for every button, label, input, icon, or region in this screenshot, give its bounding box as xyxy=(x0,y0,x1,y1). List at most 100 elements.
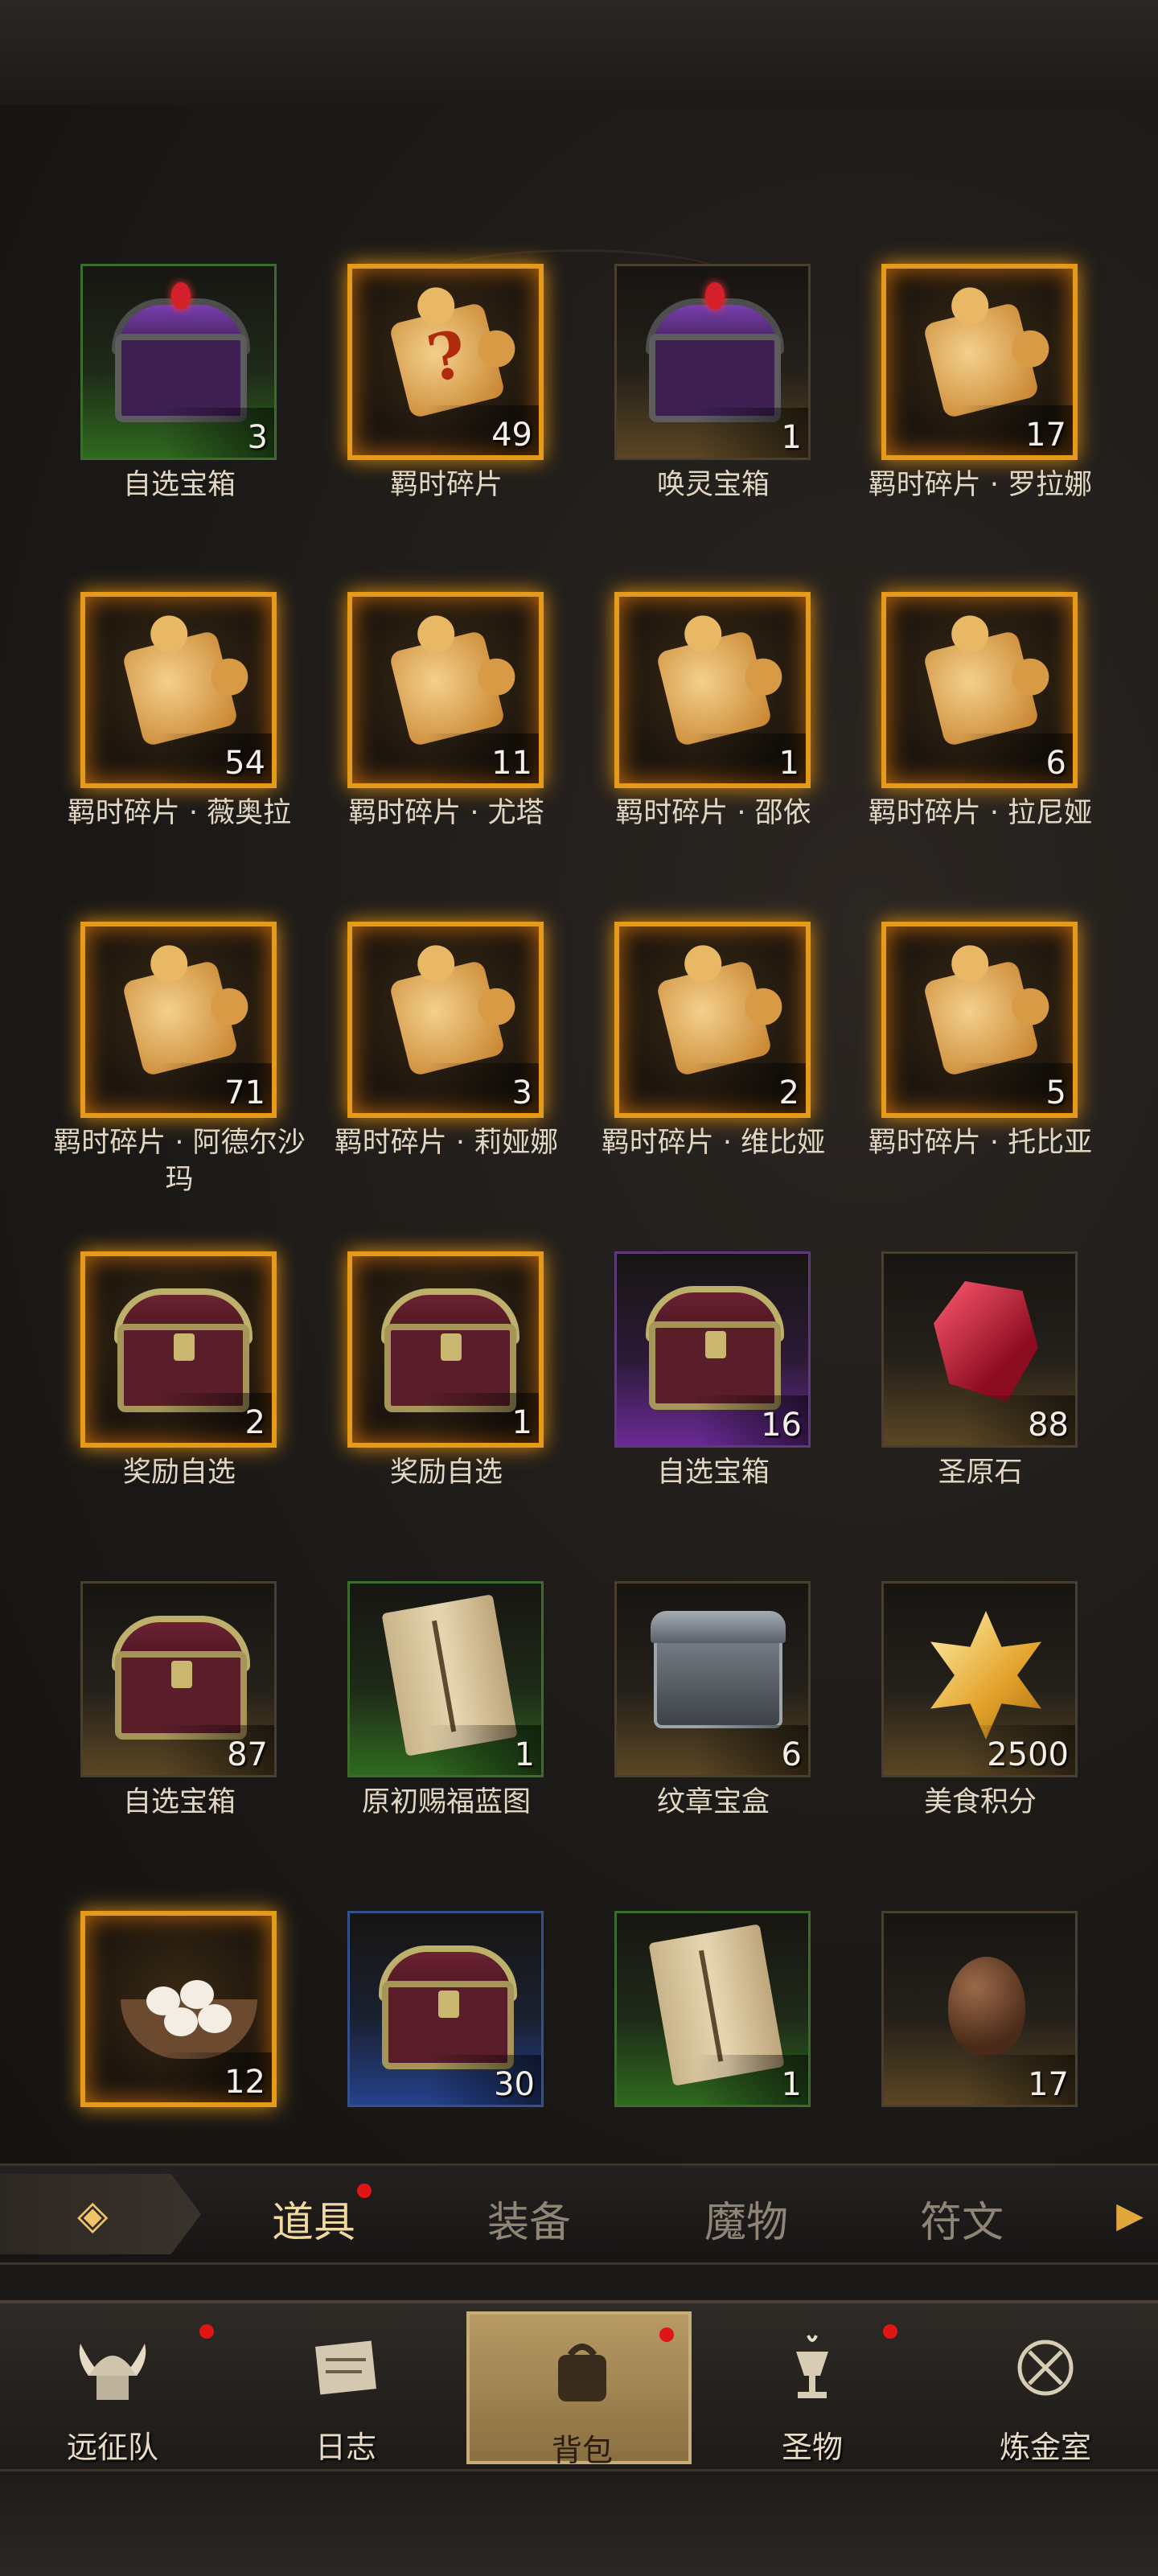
item-count: 1 xyxy=(781,419,802,456)
item-slot[interactable]: ? 49 xyxy=(347,264,544,460)
item-count: 6 xyxy=(1045,745,1066,782)
item-slot[interactable]: 87 xyxy=(80,1581,277,1777)
inventory-item[interactable]: 6 纹章宝盒 xyxy=(548,1581,815,1879)
item-label: 唤灵宝箱 xyxy=(656,469,770,501)
nav-backpack-label: 背包 xyxy=(551,2433,613,2468)
item-slot[interactable]: 3 xyxy=(347,922,544,1118)
inventory-item[interactable]: 54 羁时碎片 · 薇奥拉 xyxy=(14,592,291,889)
item-slot[interactable]: 3 xyxy=(80,264,277,460)
inventory-item[interactable]: 1 奖励自选 xyxy=(281,1251,548,1549)
item-count: 1 xyxy=(781,2066,802,2103)
nav-relics-notify-dot xyxy=(883,2324,897,2339)
nav-relics-label: 圣物 xyxy=(781,2430,843,2465)
inventory-item[interactable]: 17 羁时碎片 · 罗拉娜 xyxy=(815,264,1092,561)
inventory-item[interactable]: 2 奖励自选 xyxy=(14,1251,281,1549)
item-count: 1 xyxy=(514,1736,535,1773)
inventory-item[interactable]: 16 自选宝箱 xyxy=(548,1251,815,1549)
item-slot[interactable]: 5 xyxy=(881,922,1078,1118)
item-label: 纹章宝盒 xyxy=(656,1786,770,1818)
item-count: 1 xyxy=(511,1404,532,1441)
item-slot[interactable]: 1 xyxy=(614,592,811,788)
inventory-item[interactable]: 11 羁时碎片 · 尤塔 xyxy=(281,592,548,889)
item-slot[interactable]: 1 xyxy=(614,264,811,460)
item-count: 49 xyxy=(491,417,532,454)
item-count: 16 xyxy=(761,1407,802,1444)
bottom-frame xyxy=(0,2469,1158,2576)
item-label: 羁时碎片 xyxy=(389,469,503,501)
item-slot[interactable]: 2 xyxy=(80,1251,277,1448)
nav-expedition-notify-dot xyxy=(199,2324,214,2339)
item-slot[interactable]: 17 xyxy=(881,264,1078,460)
item-label: 自选宝箱 xyxy=(656,1456,770,1489)
tab-items[interactable]: 道具 xyxy=(233,2188,394,2249)
item-count: 71 xyxy=(224,1074,265,1111)
item-count: 12 xyxy=(224,2064,265,2101)
inventory-item[interactable]: 6 羁时碎片 · 拉尼娅 xyxy=(815,592,1092,889)
tab-monsters[interactable]: 魔物 xyxy=(666,2188,827,2249)
nav-backpack[interactable]: 背包 xyxy=(466,2311,692,2468)
nav-backpack-notify-dot xyxy=(659,2327,674,2342)
item-count: 17 xyxy=(1025,417,1066,454)
nav-journal[interactable]: 日志 xyxy=(233,2311,458,2465)
inventory-item[interactable]: 87 自选宝箱 xyxy=(14,1581,281,1879)
item-slot[interactable]: 11 xyxy=(347,592,544,788)
nav-expedition[interactable]: 远征队 xyxy=(0,2311,225,2465)
item-label: 羁时碎片 · 罗拉娜 xyxy=(868,469,1093,501)
inventory-item[interactable]: 1 原初赐福蓝图 xyxy=(281,1581,548,1879)
item-slot[interactable]: 2500 xyxy=(881,1581,1078,1777)
item-slot[interactable]: 54 xyxy=(80,592,277,788)
inventory-item[interactable]: 5 羁时碎片 · 托比亚 xyxy=(815,922,1092,1219)
item-count: 3 xyxy=(247,419,268,456)
nav-alchemy[interactable]: 炼金室 xyxy=(933,2311,1158,2465)
tab-equipment[interactable]: 装备 xyxy=(449,2188,610,2249)
item-slot[interactable]: 1 xyxy=(614,1911,811,2107)
item-label: 羁时碎片 · 薇奥拉 xyxy=(67,797,292,829)
journal-map-icon xyxy=(315,2340,376,2395)
relic-chalice-icon xyxy=(796,2335,828,2398)
bottom-navigation: 远征队 日志 背包 圣物 炼金室 xyxy=(0,2300,1158,2472)
backpack-icon xyxy=(558,2344,606,2401)
item-label: 奖励自选 xyxy=(389,1456,503,1489)
item-slot[interactable]: 88 xyxy=(881,1251,1078,1448)
nav-journal-label: 日志 xyxy=(314,2430,376,2465)
inventory-item[interactable]: 1 羁时碎片 · 邵依 xyxy=(548,592,815,889)
item-count: 3 xyxy=(511,1074,532,1111)
inventory-item[interactable]: 1 唤灵宝箱 xyxy=(548,264,815,561)
tab-back-arrow-icon[interactable]: ◈ xyxy=(0,2174,201,2254)
item-count: 2 xyxy=(244,1404,265,1441)
inventory-item[interactable]: 3 自选宝箱 xyxy=(14,264,281,561)
item-slot[interactable]: 2 xyxy=(614,922,811,1118)
inventory-item[interactable]: 3 羁时碎片 · 莉娅娜 xyxy=(281,922,558,1219)
tab-runes[interactable]: 符文 xyxy=(881,2188,1042,2249)
inventory-item[interactable]: ? 49 羁时碎片 xyxy=(281,264,548,561)
item-slot[interactable]: 6 xyxy=(881,592,1078,788)
inventory-item[interactable]: 2500 美食积分 xyxy=(815,1581,1082,1879)
item-label: 自选宝箱 xyxy=(122,469,236,501)
inventory-item[interactable]: 2 羁时碎片 · 维比娅 xyxy=(548,922,825,1219)
item-count: 88 xyxy=(1028,1407,1069,1444)
item-label: 羁时碎片 · 尤塔 xyxy=(348,797,544,829)
item-slot[interactable]: 17 xyxy=(881,1911,1078,2107)
item-slot[interactable]: 6 xyxy=(614,1581,811,1777)
tab-items-notify-dot xyxy=(357,2184,372,2198)
item-slot[interactable]: 1 xyxy=(347,1581,544,1777)
item-count: 2 xyxy=(778,1074,799,1111)
item-label: 羁时碎片 · 维比娅 xyxy=(601,1127,826,1159)
alchemy-sigil-icon xyxy=(1017,2340,1074,2396)
item-slot[interactable]: 16 xyxy=(614,1251,811,1448)
item-label: 美食积分 xyxy=(923,1786,1037,1818)
top-frame xyxy=(0,0,1158,108)
item-count: 17 xyxy=(1028,2066,1069,2103)
item-count: 5 xyxy=(1045,1074,1066,1111)
item-slot[interactable]: 12 xyxy=(80,1911,277,2107)
item-slot[interactable]: 1 xyxy=(347,1251,544,1448)
item-slot[interactable]: 30 xyxy=(347,1911,544,2107)
item-label: 自选宝箱 xyxy=(122,1786,236,1818)
inventory-item[interactable]: 71 羁时碎片 · 阿德尔沙玛 xyxy=(14,922,306,1219)
tab-next-arrow-icon[interactable]: ▶ xyxy=(1116,2195,1144,2236)
nav-relics[interactable]: 圣物 xyxy=(700,2311,925,2465)
item-slot[interactable]: 71 xyxy=(80,922,277,1118)
viking-helmet-icon xyxy=(79,2344,146,2400)
inventory-item[interactable]: 88 圣原石 xyxy=(815,1251,1082,1549)
item-label: 原初赐福蓝图 xyxy=(361,1786,531,1818)
